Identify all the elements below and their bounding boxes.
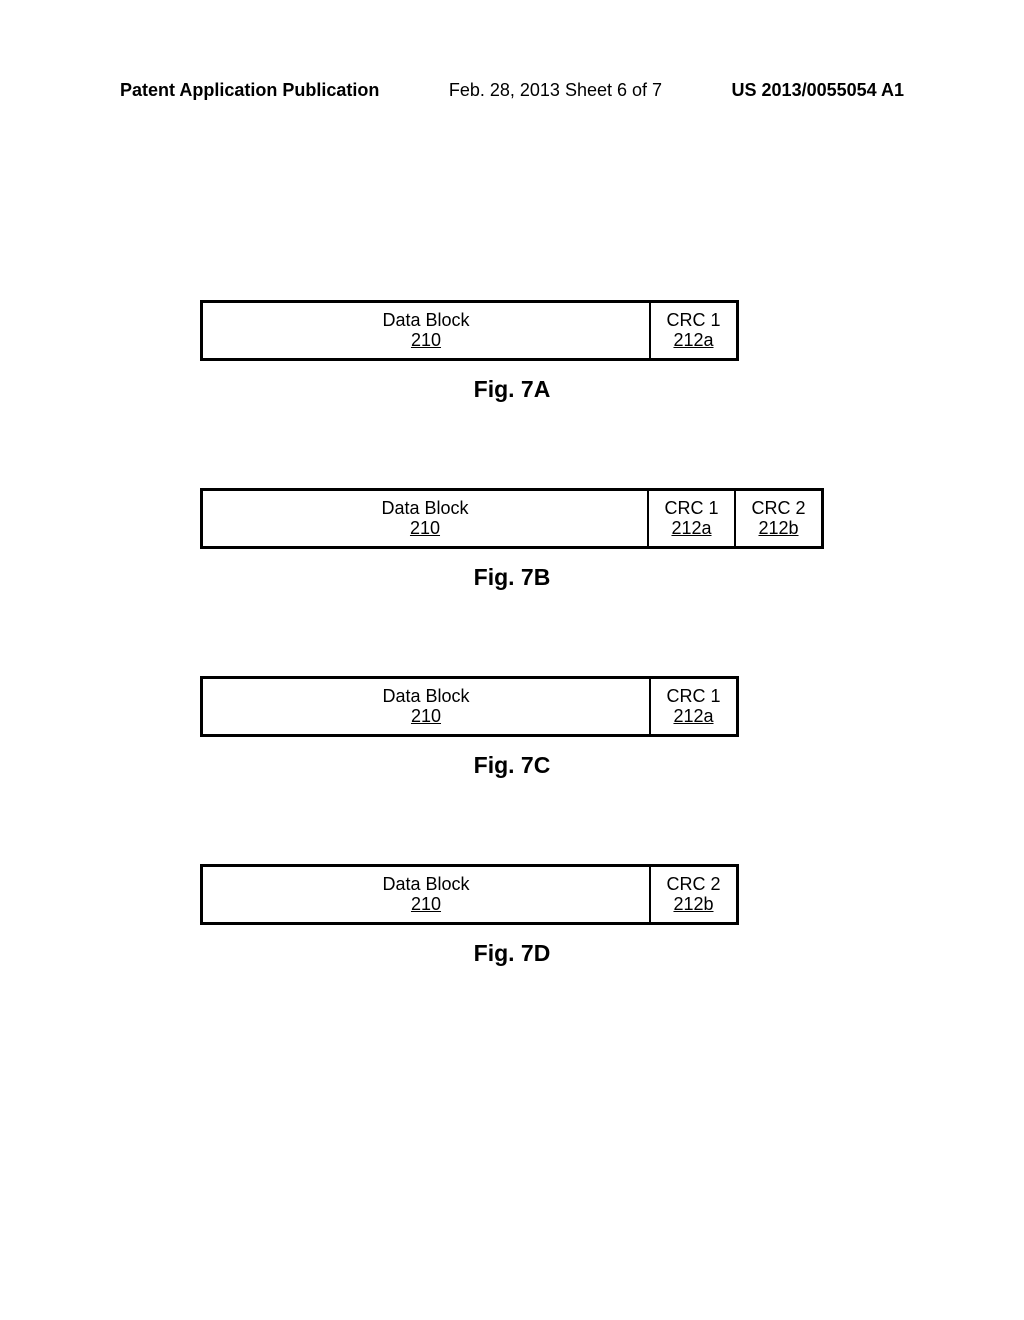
crc2-ref: 212b [673, 895, 713, 915]
data-block-ref: 210 [411, 707, 441, 727]
diagram-7a-row: Data Block 210 CRC 1 212a [200, 300, 739, 361]
figure-7c-label: Fig. 7C [200, 752, 824, 779]
crc1-label: CRC 1 [666, 311, 720, 331]
crc1-cell: CRC 1 212a [649, 491, 736, 546]
crc1-cell: CRC 1 212a [651, 303, 736, 358]
data-block-label: Data Block [382, 687, 469, 707]
figure-7b: Data Block 210 CRC 1 212a CRC 2 212b Fig… [200, 488, 824, 591]
header-publication-number: US 2013/0055054 A1 [732, 80, 904, 101]
figure-7a-label: Fig. 7A [200, 376, 824, 403]
data-block-label: Data Block [382, 311, 469, 331]
data-block-cell: Data Block 210 [203, 867, 651, 922]
figure-7b-label: Fig. 7B [200, 564, 824, 591]
page-header: Patent Application Publication Feb. 28, … [0, 80, 1024, 101]
figure-7a: Data Block 210 CRC 1 212a Fig. 7A [200, 300, 824, 403]
crc1-label: CRC 1 [664, 499, 718, 519]
data-block-ref: 210 [410, 519, 440, 539]
data-block-ref: 210 [411, 895, 441, 915]
data-block-cell: Data Block 210 [203, 491, 649, 546]
figure-7d-label: Fig. 7D [200, 940, 824, 967]
crc1-cell: CRC 1 212a [651, 679, 736, 734]
crc1-ref: 212a [673, 331, 713, 351]
figure-7c: Data Block 210 CRC 1 212a Fig. 7C [200, 676, 824, 779]
diagram-7d-row: Data Block 210 CRC 2 212b [200, 864, 739, 925]
data-block-cell: Data Block 210 [203, 303, 651, 358]
figure-7d: Data Block 210 CRC 2 212b Fig. 7D [200, 864, 824, 967]
crc2-cell: CRC 2 212b [736, 491, 821, 546]
diagram-7c-row: Data Block 210 CRC 1 212a [200, 676, 739, 737]
crc2-cell: CRC 2 212b [651, 867, 736, 922]
crc1-label: CRC 1 [666, 687, 720, 707]
diagram-7b-row: Data Block 210 CRC 1 212a CRC 2 212b [200, 488, 824, 549]
crc1-ref: 212a [673, 707, 713, 727]
data-block-ref: 210 [411, 331, 441, 351]
crc2-label: CRC 2 [666, 875, 720, 895]
data-block-label: Data Block [381, 499, 468, 519]
data-block-cell: Data Block 210 [203, 679, 651, 734]
header-publication-type: Patent Application Publication [120, 80, 379, 101]
crc1-ref: 212a [671, 519, 711, 539]
crc2-label: CRC 2 [751, 499, 805, 519]
crc2-ref: 212b [758, 519, 798, 539]
header-date-sheet: Feb. 28, 2013 Sheet 6 of 7 [449, 80, 662, 101]
figures-content: Data Block 210 CRC 1 212a Fig. 7A Data B… [0, 300, 1024, 1052]
data-block-label: Data Block [382, 875, 469, 895]
